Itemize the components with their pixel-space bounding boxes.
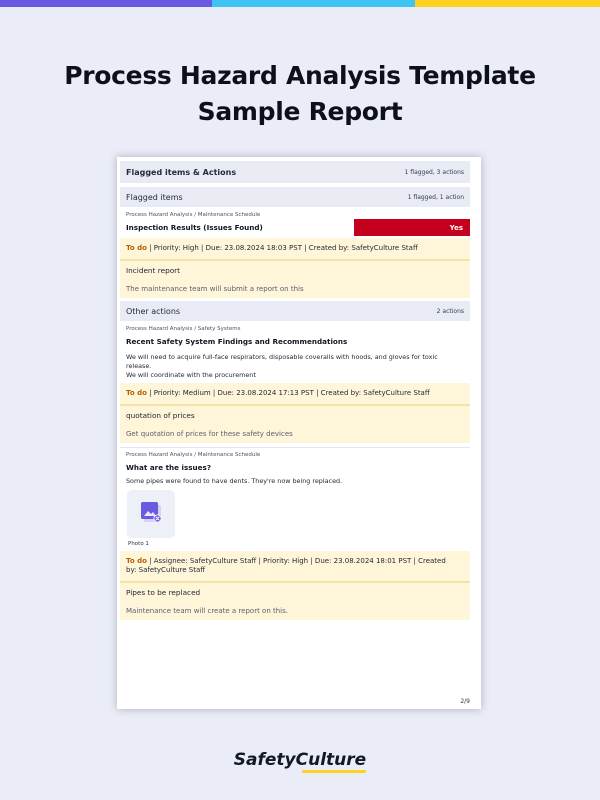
safetyculture-logo: SafetyCulture	[0, 750, 600, 773]
section-count: 1 flagged, 3 actions	[404, 168, 464, 176]
headline-line-1: Process Hazard Analysis Template	[64, 61, 536, 90]
action-meta: To do | Assignee: SafetyCulture Staff | …	[120, 551, 470, 581]
section-title: Flagged items & Actions	[126, 167, 237, 177]
breadcrumb: Process Hazard Analysis / Maintenance Sc…	[126, 212, 261, 218]
top-bar-blue	[212, 0, 415, 7]
action-card[interactable]: To do | Assignee: SafetyCulture Staff | …	[120, 551, 470, 620]
image-broken-icon	[138, 499, 164, 529]
flagged-item: Process Hazard Analysis / Maintenance Sc…	[120, 212, 470, 298]
photo-label: Photo 1	[128, 541, 149, 547]
response-line-2: We will coordinate with the procurement	[126, 371, 256, 379]
question-title: Recent Safety System Findings and Recomm…	[126, 337, 348, 346]
subsection-header-flagged: Flagged items 1 flagged, 1 action	[120, 187, 470, 207]
action-status: To do	[126, 244, 147, 252]
action-card[interactable]: To do | Priority: Medium | Due: 23.08.20…	[120, 383, 470, 443]
action-details: | Assignee: SafetyCulture Staff | Priori…	[146, 557, 446, 565]
action-meta: To do | Priority: High | Due: 23.08.2024…	[120, 238, 470, 259]
subsection-title: Flagged items	[126, 192, 183, 202]
headline-line-2: Sample Report	[197, 97, 403, 126]
action-description: The maintenance team will submit a repor…	[126, 285, 304, 293]
action-item: Process Hazard Analysis / Maintenance Sc…	[120, 452, 470, 620]
action-item: Process Hazard Analysis / Safety Systems…	[120, 326, 470, 443]
answer-flag-badge: Yes	[354, 219, 470, 236]
action-status: To do	[126, 389, 147, 397]
top-color-bar	[0, 0, 600, 7]
item-divider	[120, 447, 470, 448]
response-text: Some pipes were found to have dents. The…	[126, 477, 343, 485]
logo-part-1: Safety	[233, 750, 296, 770]
subsection-header-other: Other actions 2 actions	[120, 301, 470, 321]
action-description: Get quotation of prices for these safety…	[126, 430, 293, 438]
section-header-flagged-actions: Flagged items & Actions 1 flagged, 3 act…	[120, 161, 470, 183]
page-number: 2/9	[460, 698, 470, 705]
top-bar-purple	[0, 0, 212, 7]
subsection-title: Other actions	[126, 306, 181, 316]
action-card[interactable]: To do | Priority: High | Due: 23.08.2024…	[120, 238, 470, 298]
report-page: Flagged items & Actions 1 flagged, 3 act…	[117, 157, 481, 709]
report-content: Flagged items & Actions 1 flagged, 3 act…	[120, 161, 470, 620]
subsection-count: 2 actions	[436, 307, 464, 315]
action-meta: To do | Priority: Medium | Due: 23.08.20…	[120, 383, 470, 404]
action-details: | Priority: Medium | Due: 23.08.2024 17:…	[146, 389, 430, 397]
action-title: Incident report	[126, 266, 181, 275]
photo-thumbnail[interactable]	[127, 490, 175, 538]
subsection-count: 1 flagged, 1 action	[407, 193, 464, 201]
logo-part-2: Culture	[295, 750, 367, 773]
response-line-1: We will need to acquire full-face respir…	[126, 353, 438, 370]
action-details: | Priority: High | Due: 23.08.2024 18:03…	[146, 244, 418, 252]
question-title: Inspection Results (Issues Found)	[126, 223, 263, 232]
action-title: quotation of prices	[126, 411, 195, 420]
top-bar-yellow	[415, 0, 600, 7]
page-headline: Process Hazard Analysis Template Sample …	[0, 58, 600, 130]
action-details-line-2: by: SafetyCulture Staff	[126, 566, 206, 574]
breadcrumb: Process Hazard Analysis / Maintenance Sc…	[126, 452, 261, 458]
action-status: To do	[126, 557, 147, 565]
breadcrumb: Process Hazard Analysis / Safety Systems	[126, 326, 241, 332]
action-title: Pipes to be replaced	[126, 588, 201, 597]
action-description: Maintenance team will create a report on…	[126, 607, 288, 615]
question-title: What are the issues?	[126, 463, 211, 472]
response-text: We will need to acquire full-face respir…	[120, 353, 470, 380]
